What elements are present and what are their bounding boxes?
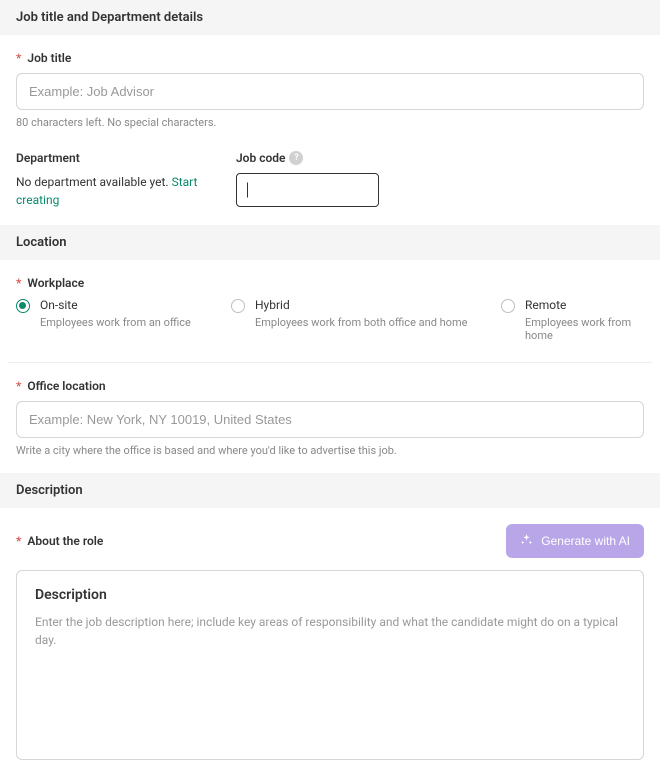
- job-code-label-text: Job code: [236, 151, 285, 165]
- department-label: Department: [16, 151, 216, 165]
- workplace-label-text: Workplace: [27, 276, 84, 290]
- section-header-description: Description: [0, 473, 660, 508]
- about-role-label-text: About the role: [27, 534, 103, 548]
- about-role-row: * About the role Generate with AI: [0, 508, 660, 570]
- help-icon[interactable]: ?: [289, 151, 303, 165]
- option-title: Hybrid: [255, 298, 467, 312]
- description-box-placeholder: Enter the job description here; include …: [35, 613, 625, 649]
- option-desc: Employees work from home: [525, 316, 644, 342]
- office-location-hint: Write a city where the office is based a…: [16, 444, 644, 457]
- workplace-option-onsite[interactable]: On-site Employees work from an office: [16, 298, 231, 342]
- job-title-hint: 80 characters left. No special character…: [16, 116, 644, 129]
- radio-icon: [16, 299, 30, 313]
- workplace-options: On-site Employees work from an office Hy…: [16, 298, 644, 342]
- workplace-option-hybrid[interactable]: Hybrid Employees work from both office a…: [231, 298, 501, 342]
- required-star-icon: *: [16, 379, 21, 393]
- description-editor[interactable]: Description Enter the job description he…: [16, 570, 644, 760]
- option-content: On-site Employees work from an office: [40, 298, 191, 329]
- text-cursor-icon: [247, 183, 248, 198]
- job-title-label: * Job title: [16, 51, 644, 65]
- about-role-label: * About the role: [16, 534, 103, 548]
- radio-icon: [501, 299, 515, 313]
- job-title-label-text: Job title: [27, 51, 71, 65]
- generate-with-ai-button[interactable]: Generate with AI: [506, 524, 644, 558]
- department-empty-state: No department available yet. Start creat…: [16, 173, 216, 209]
- section-header-text: Location: [16, 235, 67, 250]
- option-desc: Employees work from both office and home: [255, 316, 467, 329]
- option-title: Remote: [525, 298, 644, 312]
- generate-button-text: Generate with AI: [541, 534, 630, 548]
- section-header-text: Job title and Department details: [16, 10, 203, 25]
- section-body-location: * Workplace On-site Employees work from …: [0, 260, 660, 342]
- department-label-text: Department: [16, 151, 80, 165]
- section-body-job-title: * Job title 80 characters left. No speci…: [0, 35, 660, 225]
- department-empty-text: No department available yet.: [16, 175, 172, 189]
- job-title-input[interactable]: [16, 73, 644, 110]
- option-title: On-site: [40, 298, 191, 312]
- required-star-icon: *: [16, 276, 21, 290]
- section-header-location: Location: [0, 225, 660, 260]
- workplace-option-remote[interactable]: Remote Employees work from home: [501, 298, 644, 342]
- job-code-column: Job code ?: [236, 151, 381, 209]
- department-column: Department No department available yet. …: [16, 151, 216, 209]
- office-location-body: * Office location Write a city where the…: [0, 363, 660, 473]
- radio-icon: [231, 299, 245, 313]
- dept-code-row: Department No department available yet. …: [16, 151, 644, 209]
- office-location-label-text: Office location: [27, 379, 105, 393]
- option-desc: Employees work from an office: [40, 316, 191, 329]
- section-header-text: Description: [16, 483, 83, 498]
- office-location-input[interactable]: [16, 401, 644, 438]
- description-box-title: Description: [35, 587, 625, 603]
- job-code-input[interactable]: [236, 173, 379, 207]
- required-star-icon: *: [16, 51, 21, 65]
- job-code-label: Job code ?: [236, 151, 381, 165]
- workplace-label: * Workplace: [16, 276, 644, 290]
- sparkle-icon: [520, 533, 533, 549]
- section-header-job-title: Job title and Department details: [0, 0, 660, 35]
- office-location-label: * Office location: [16, 379, 644, 393]
- option-content: Remote Employees work from home: [525, 298, 644, 342]
- option-content: Hybrid Employees work from both office a…: [255, 298, 467, 329]
- required-star-icon: *: [16, 534, 21, 548]
